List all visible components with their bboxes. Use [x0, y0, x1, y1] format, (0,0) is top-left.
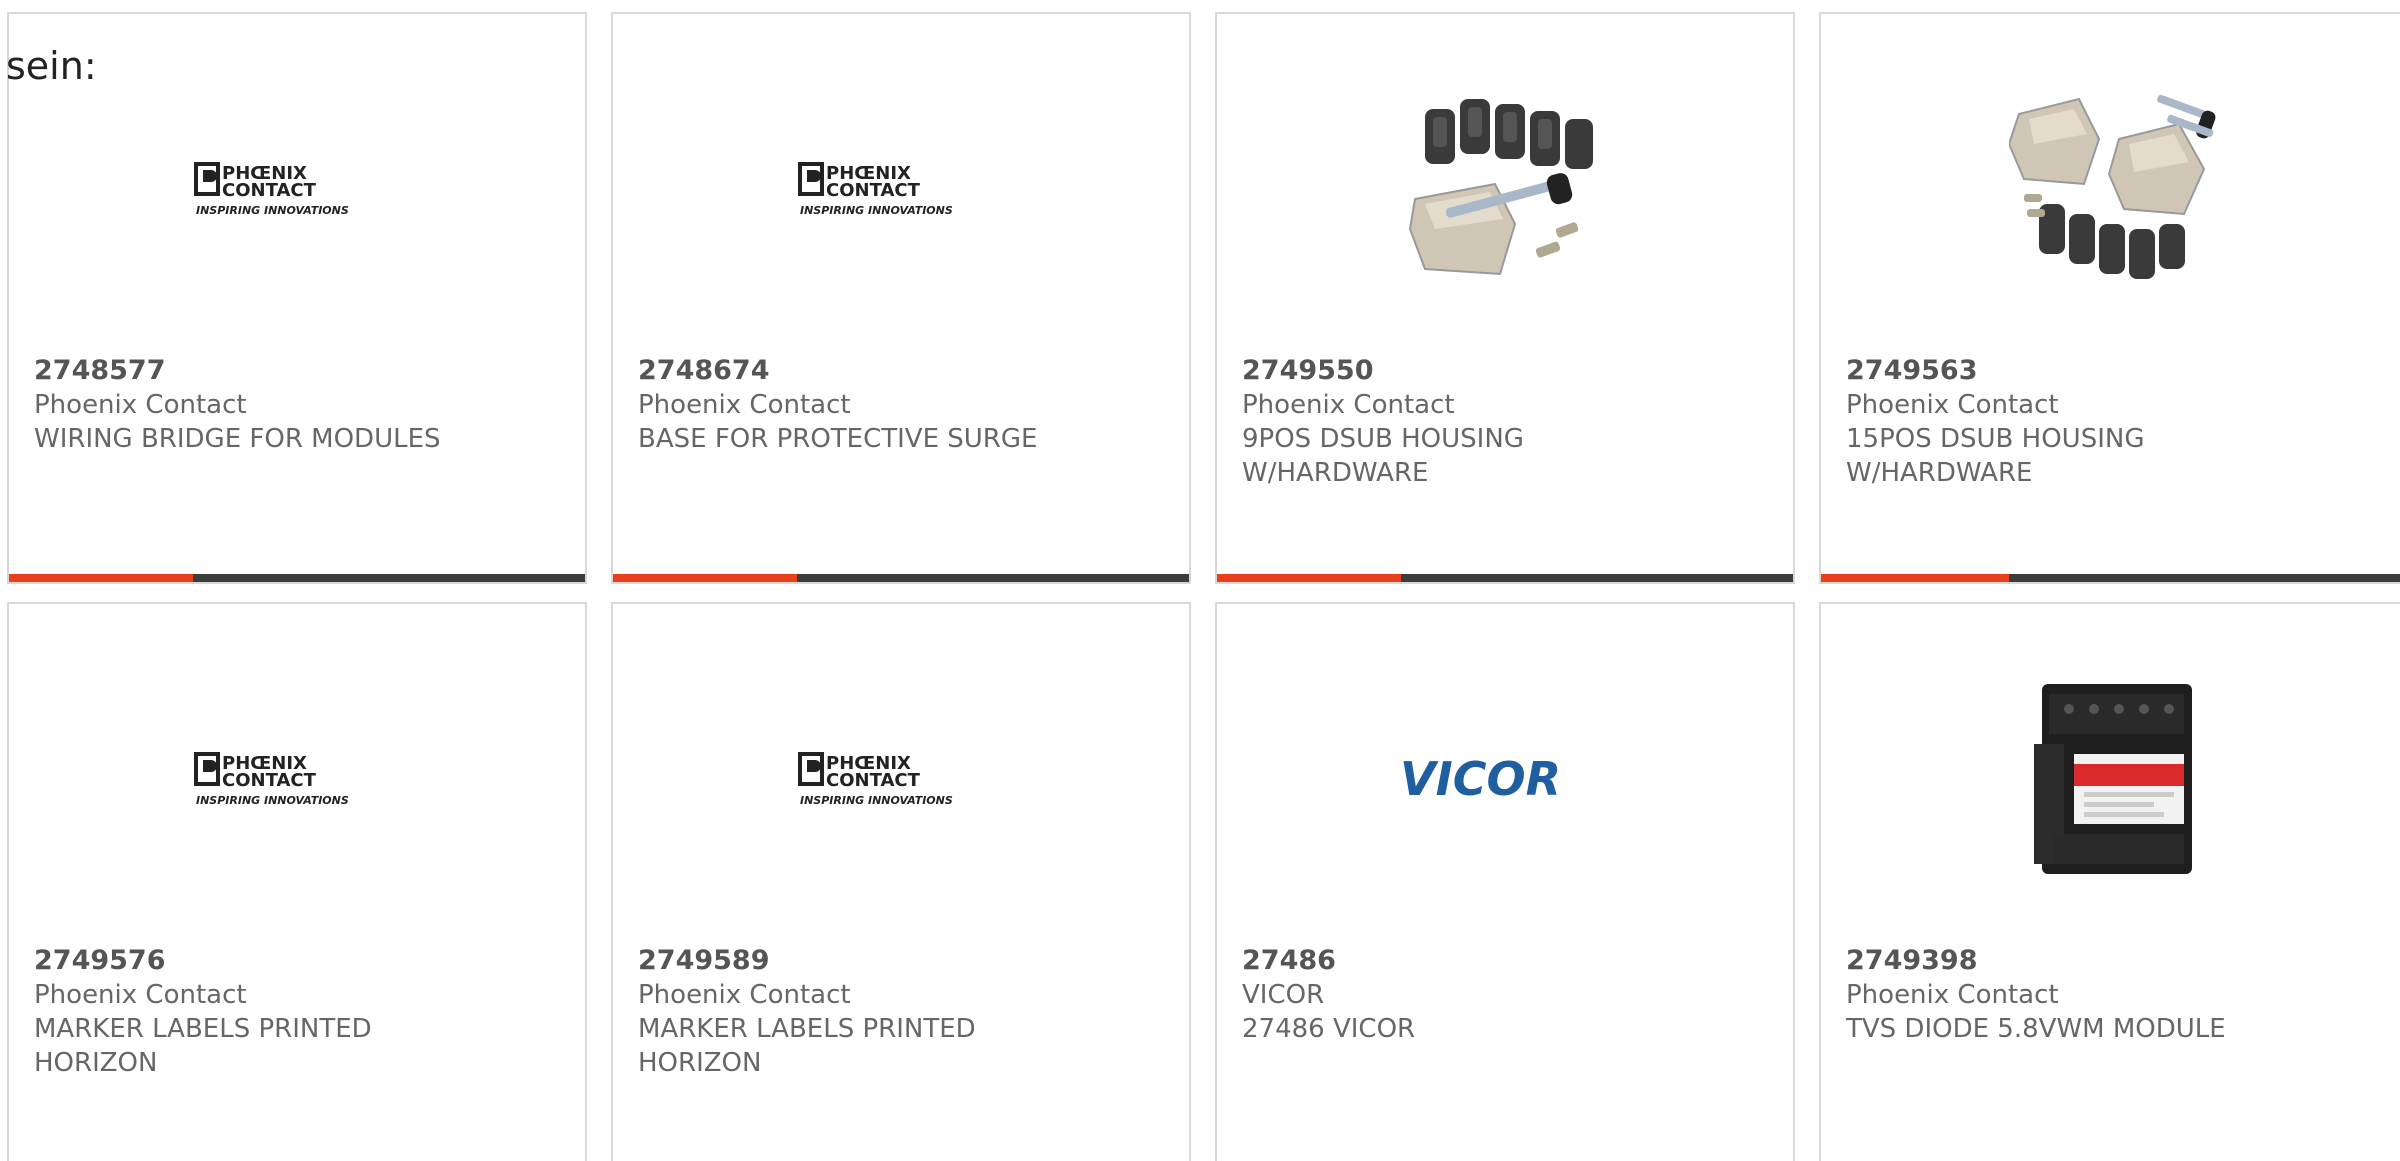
product-image[interactable]: PHŒNIX CONTACT INSPIRING INNOVATIONS [9, 654, 585, 904]
manufacturer: Phoenix Contact [1242, 390, 1455, 420]
part-number[interactable]: 2748674 [638, 354, 1169, 388]
progress-fill [9, 574, 194, 582]
product-info: 2749576 Phoenix Contact MARKER LABELS PR… [34, 944, 565, 1080]
product-image[interactable] [1217, 64, 1793, 314]
description: WIRING BRIDGE FOR MODULES [34, 424, 441, 454]
svg-text:INSPIRING INNOVATIONS: INSPIRING INNOVATIONS [196, 204, 349, 217]
product-image[interactable]: VICOR [1217, 654, 1793, 904]
product-image[interactable] [1821, 64, 2400, 314]
page: sein: PHŒNIX CONTACT INSPIRING INNOVATIO… [0, 0, 2400, 1161]
svg-text:VICOR: VICOR [1400, 755, 1561, 803]
description: 9POS DSUB HOUSING W/HARDWARE [1242, 424, 1524, 488]
phoenix-contact-logo: PHŒNIX CONTACT INSPIRING INNOVATIONS [798, 752, 953, 807]
product-info: 2748674 Phoenix Contact BASE FOR PROTECT… [638, 354, 1169, 456]
part-number[interactable]: 2748577 [34, 354, 565, 388]
product-info: 2749550 Phoenix Contact 9POS DSUB HOUSIN… [1242, 354, 1773, 490]
description: TVS DIODE 5.8VWM MODULE [1846, 1014, 2226, 1044]
product-card[interactable]: VICOR 27486 VICOR 27486 VICOR [1215, 602, 1795, 1161]
description: BASE FOR PROTECTIVE SURGE [638, 424, 1038, 454]
progress-fill [1217, 574, 1402, 582]
svg-text:CONTACT: CONTACT [826, 180, 921, 201]
manufacturer: Phoenix Contact [638, 980, 851, 1010]
manufacturer: Phoenix Contact [1846, 390, 2059, 420]
product-card[interactable]: PHŒNIX CONTACT INSPIRING INNOVATIONS 274… [611, 12, 1191, 584]
part-number[interactable]: 27486 [1242, 944, 1773, 978]
manufacturer: Phoenix Contact [34, 390, 247, 420]
product-info: 27486 VICOR 27486 VICOR [1242, 944, 1773, 1046]
progress-fill [1821, 574, 2009, 582]
manufacturer: Phoenix Contact [638, 390, 851, 420]
progress-bar [9, 574, 585, 582]
svg-text:CONTACT: CONTACT [826, 770, 921, 791]
description: MARKER LABELS PRINTED HORIZON [34, 1014, 372, 1078]
product-info: 2749398 Phoenix Contact TVS DIODE 5.8VWM… [1846, 944, 2387, 1046]
phoenix-contact-logo: PHŒNIX CONTACT INSPIRING INNOVATIONS [194, 162, 349, 217]
svg-text:CONTACT: CONTACT [222, 180, 317, 201]
product-image[interactable]: PHŒNIX CONTACT INSPIRING INNOVATIONS [613, 64, 1189, 314]
part-number[interactable]: 2749398 [1846, 944, 2387, 978]
phoenix-contact-logo: PHŒNIX CONTACT INSPIRING INNOVATIONS [194, 752, 349, 807]
svg-text:CONTACT: CONTACT [222, 770, 317, 791]
description: 15POS DSUB HOUSING W/HARDWARE [1846, 424, 2145, 488]
manufacturer: Phoenix Contact [34, 980, 247, 1010]
product-card[interactable]: 2749563 Phoenix Contact 15POS DSUB HOUSI… [1819, 12, 2400, 584]
phoenix-contact-logo: PHŒNIX CONTACT INSPIRING INNOVATIONS [798, 162, 953, 217]
part-number[interactable]: 2749576 [34, 944, 565, 978]
progress-fill [613, 574, 798, 582]
dsub-housing-photo [2009, 94, 2216, 279]
svg-text:INSPIRING INNOVATIONS: INSPIRING INNOVATIONS [800, 204, 953, 217]
product-info: 2748577 Phoenix Contact WIRING BRIDGE FO… [34, 354, 565, 456]
product-card[interactable]: PHŒNIX CONTACT INSPIRING INNOVATIONS 274… [611, 602, 1191, 1161]
surge-module-photo [2034, 684, 2192, 874]
svg-text:INSPIRING INNOVATIONS: INSPIRING INNOVATIONS [800, 794, 953, 807]
product-grid: PHŒNIX CONTACT INSPIRING INNOVATIONS 274… [0, 0, 2400, 1161]
description: MARKER LABELS PRINTED HORIZON [638, 1014, 976, 1078]
product-card[interactable]: 2749398 Phoenix Contact TVS DIODE 5.8VWM… [1819, 602, 2400, 1161]
manufacturer: VICOR [1242, 980, 1325, 1010]
description: 27486 VICOR [1242, 1014, 1416, 1044]
progress-bar [613, 574, 1189, 582]
product-image[interactable]: PHŒNIX CONTACT INSPIRING INNOVATIONS [613, 654, 1189, 904]
product-card[interactable]: PHŒNIX CONTACT INSPIRING INNOVATIONS 274… [7, 602, 587, 1161]
svg-text:INSPIRING INNOVATIONS: INSPIRING INNOVATIONS [196, 794, 349, 807]
product-info: 2749563 Phoenix Contact 15POS DSUB HOUSI… [1846, 354, 2387, 490]
progress-bar [1217, 574, 1793, 582]
product-card[interactable]: 2749550 Phoenix Contact 9POS DSUB HOUSIN… [1215, 12, 1795, 584]
dsub-housing-photo [1408, 99, 1593, 276]
progress-bar [1821, 574, 2400, 582]
product-card[interactable]: PHŒNIX CONTACT INSPIRING INNOVATIONS 274… [7, 12, 587, 584]
product-image[interactable] [1821, 654, 2400, 904]
part-number[interactable]: 2749550 [1242, 354, 1773, 388]
part-number[interactable]: 2749563 [1846, 354, 2387, 388]
manufacturer: Phoenix Contact [1846, 980, 2059, 1010]
product-info: 2749589 Phoenix Contact MARKER LABELS PR… [638, 944, 1169, 1080]
product-image[interactable]: PHŒNIX CONTACT INSPIRING INNOVATIONS [9, 64, 585, 314]
part-number[interactable]: 2749589 [638, 944, 1169, 978]
vicor-logo: VICOR [1400, 755, 1561, 803]
intro-text: sein: [6, 44, 97, 88]
